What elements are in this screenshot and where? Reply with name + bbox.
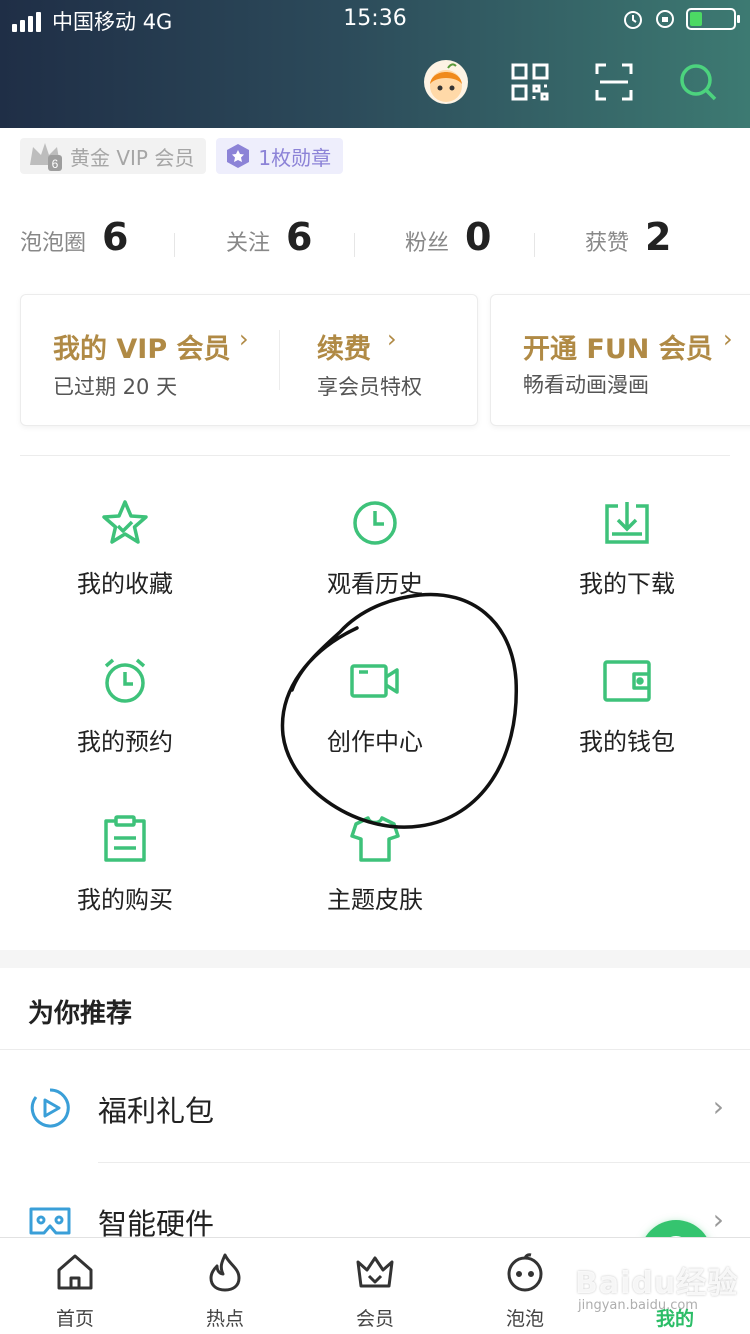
grid-item-purchases[interactable]: 我的购买 xyxy=(0,814,250,944)
grid-item-history[interactable]: 观看历史 xyxy=(250,498,500,628)
chevron-right-icon: › xyxy=(712,1203,724,1236)
fun-vip-card[interactable]: 开通 FUN 会员 › 畅看动画漫画 xyxy=(490,294,750,426)
crown-icon xyxy=(356,1256,394,1288)
grid-label: 我的购买 xyxy=(77,886,173,914)
grid-item-wallet[interactable]: 我的钱包 xyxy=(502,656,750,786)
badges: 6 黄金 VIP 会员 1枚勋章 xyxy=(20,138,344,174)
divider xyxy=(534,233,535,257)
grid-item-themes[interactable]: 主题皮肤 xyxy=(250,814,500,944)
grid-label: 我的钱包 xyxy=(579,728,675,756)
list-item-label: 福利礼包 xyxy=(98,1094,215,1128)
battery-icon xyxy=(686,8,740,30)
divider xyxy=(98,1162,750,1163)
qr-code-icon[interactable] xyxy=(508,60,552,104)
status-bar: 中国移动 4G 15:36 xyxy=(0,0,750,40)
download-icon xyxy=(605,502,649,544)
chevron-right-icon: › xyxy=(723,325,733,353)
tab-home[interactable]: 首页 xyxy=(0,1238,150,1334)
header: 中国移动 4G 15:36 xyxy=(0,0,750,128)
vip-card: 我的 VIP 会员 › 已过期 20 天 续费 › 享会员特权 xyxy=(20,294,478,426)
status-indicators xyxy=(622,8,740,30)
video-camera-icon xyxy=(350,664,399,698)
chevron-right-icon: › xyxy=(712,1090,724,1123)
tab-vip[interactable]: 会员 xyxy=(300,1238,450,1334)
chevron-right-icon: › xyxy=(239,325,249,353)
avatar[interactable] xyxy=(424,60,468,104)
clipboard-icon xyxy=(104,815,146,862)
medal-badge-label: 1枚勋章 xyxy=(258,145,332,170)
grid-item-downloads[interactable]: 我的下载 xyxy=(502,498,750,628)
stat-bubble-circle[interactable]: 泡泡圈 6 xyxy=(20,215,128,259)
stat-following[interactable]: 关注 6 xyxy=(226,215,312,259)
tshirt-icon xyxy=(350,816,400,862)
medal-badge[interactable]: 1枚勋章 xyxy=(216,138,344,174)
divider xyxy=(20,455,730,456)
renew-subtitle: 享会员特权 xyxy=(317,375,422,399)
play-circle-icon xyxy=(30,1088,70,1128)
grid-label: 我的收藏 xyxy=(77,570,173,598)
star-icon xyxy=(102,500,148,544)
tab-label: 热点 xyxy=(205,1308,244,1330)
stats-bar: 泡泡圈 6 关注 6 粉丝 0 获赞 2 xyxy=(0,215,750,270)
section-separator xyxy=(0,950,750,968)
wallet-icon xyxy=(603,660,651,702)
scan-icon[interactable] xyxy=(592,60,636,104)
home-icon xyxy=(57,1254,93,1290)
alarm-icon xyxy=(104,658,146,703)
renew-title: 续费 xyxy=(317,334,371,365)
grid-label: 创作中心 xyxy=(327,728,423,756)
divider xyxy=(174,233,175,257)
tab-hot[interactable]: 热点 xyxy=(150,1238,300,1334)
flame-icon xyxy=(209,1253,241,1292)
tab-label: 会员 xyxy=(355,1308,394,1330)
svg-text:6: 6 xyxy=(52,157,59,171)
grid-label: 我的预约 xyxy=(77,728,173,756)
medal-icon xyxy=(227,144,250,168)
list-item-gift-pack[interactable]: 福利礼包 › xyxy=(0,1052,750,1162)
tab-label: 首页 xyxy=(55,1308,94,1330)
divider xyxy=(279,330,280,390)
rotation-lock-icon xyxy=(656,10,674,28)
stat-fans[interactable]: 粉丝 0 xyxy=(405,215,491,259)
watermark: Baidu经验 xyxy=(575,1266,739,1301)
fun-vip-title: 开通 FUN 会员 xyxy=(523,334,713,365)
my-vip-status: 已过期 20 天 xyxy=(53,375,178,399)
header-actions xyxy=(424,60,720,104)
clock-icon xyxy=(353,501,397,545)
stat-likes[interactable]: 获赞 2 xyxy=(585,215,671,259)
grid-item-reservations[interactable]: 我的预约 xyxy=(0,656,250,786)
watermark-url: jingyan.baidu.com xyxy=(578,1298,698,1313)
alarm-status-icon xyxy=(624,11,642,29)
chevron-right-icon: › xyxy=(387,325,397,353)
grid-item-creation-center[interactable]: 创作中心 xyxy=(250,656,500,786)
grid-label: 我的下载 xyxy=(579,570,675,598)
grid-label: 主题皮肤 xyxy=(327,886,423,914)
my-vip-title: 我的 VIP 会员 xyxy=(53,334,231,365)
search-icon[interactable] xyxy=(676,60,720,104)
recommend-title: 为你推荐 xyxy=(28,999,133,1029)
crown-level-icon: 6 xyxy=(30,143,62,171)
divider xyxy=(0,1049,750,1050)
grid-label: 观看历史 xyxy=(327,570,423,598)
bubble-face-icon xyxy=(507,1253,543,1292)
fun-vip-subtitle: 畅看动画漫画 xyxy=(523,373,649,397)
vip-badge[interactable]: 6 黄金 VIP 会员 xyxy=(20,138,207,174)
divider xyxy=(354,233,355,257)
grid-item-favorites[interactable]: 我的收藏 xyxy=(0,498,250,628)
vip-badge-label: 黄金 VIP 会员 xyxy=(70,145,195,170)
